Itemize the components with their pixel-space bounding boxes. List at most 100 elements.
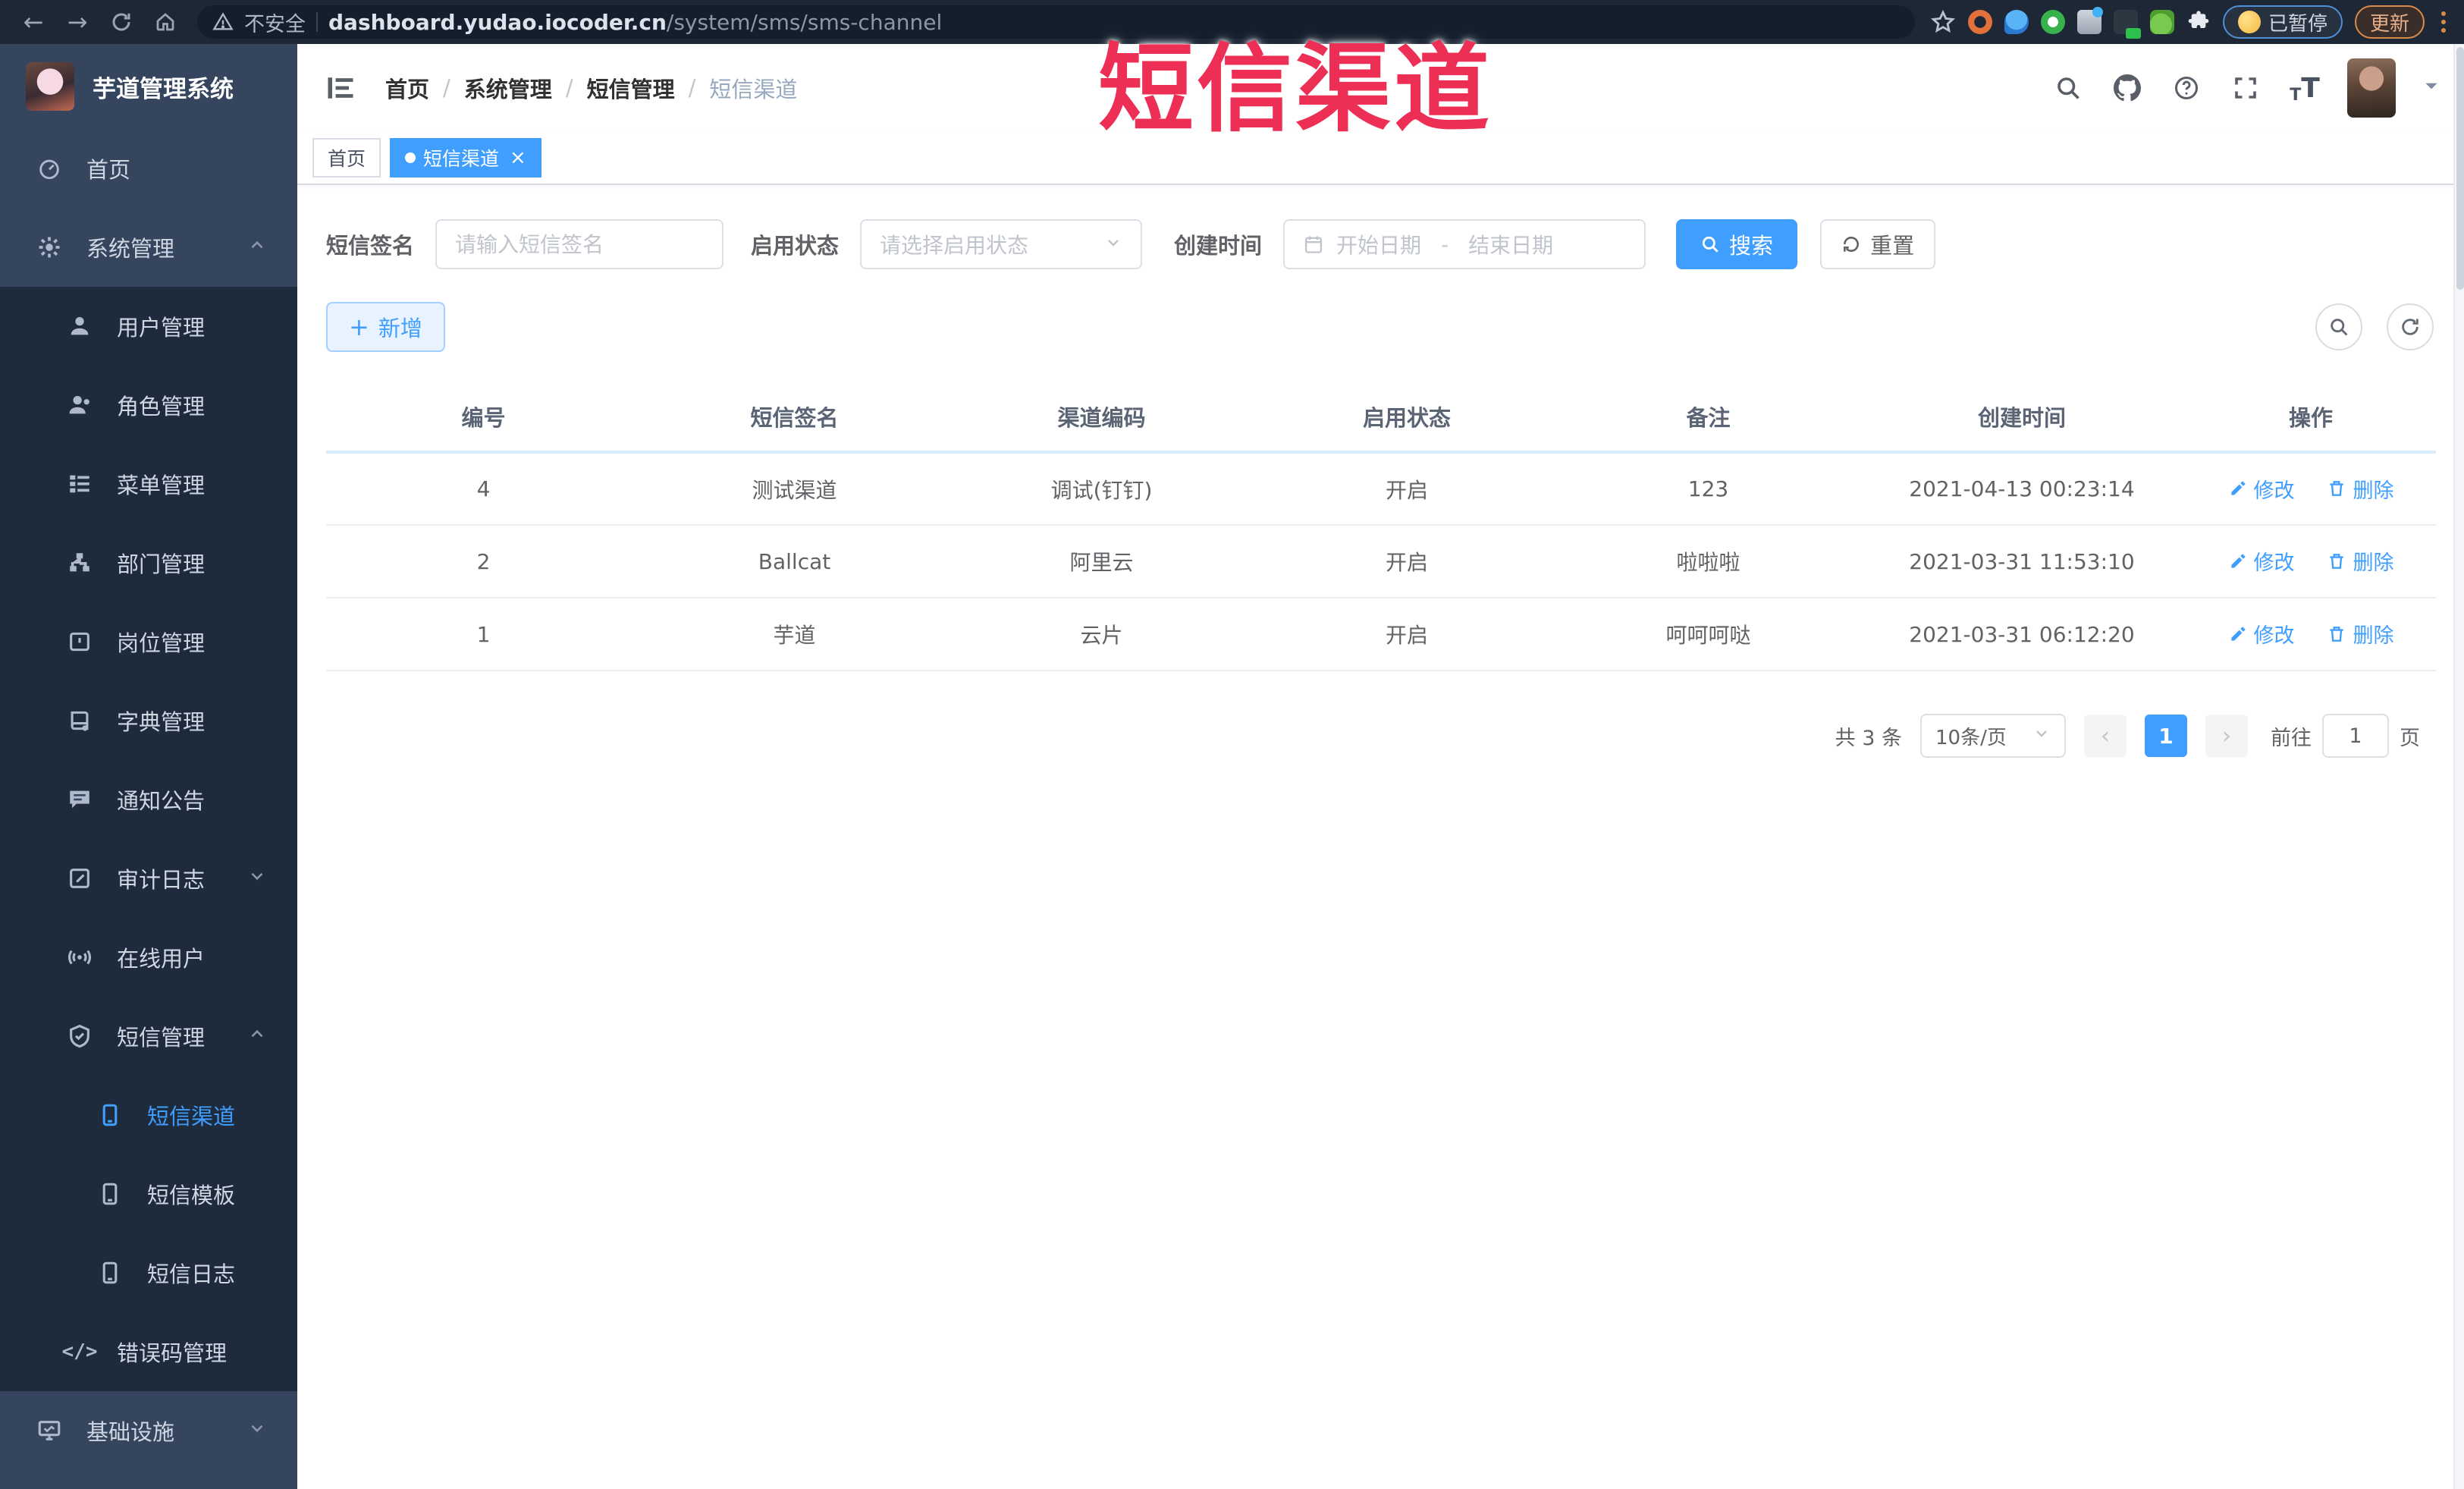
page-content: 短信签名 启用状态 请选择启用状态 创建时间 开始日期 - 结束日期	[297, 185, 2464, 758]
sidebar-item-users[interactable]: 用户管理	[0, 287, 297, 366]
sidebar-item-notice[interactable]: 通知公告	[0, 760, 297, 839]
prev-page-button[interactable]: ‹	[2084, 715, 2127, 757]
sidebar-item-system[interactable]: 系统管理	[0, 208, 297, 287]
add-button[interactable]: + 新增	[326, 302, 445, 352]
breadcrumb-system[interactable]: 系统管理	[464, 72, 552, 104]
range-separator: -	[1441, 231, 1449, 257]
bookmark-star-icon[interactable]	[1930, 9, 1956, 35]
browser-back-button[interactable]: ←	[14, 5, 53, 39]
sidebar-item-audit-log[interactable]: 审计日志	[0, 839, 297, 918]
extensions-puzzle-icon[interactable]	[2186, 10, 2211, 34]
extension-icon-orange[interactable]	[1967, 10, 1992, 34]
sidebar-item-roles[interactable]: 角色管理	[0, 366, 297, 445]
status-select[interactable]: 请选择启用状态	[860, 219, 1143, 269]
extension-icon-green-check[interactable]	[2040, 10, 2065, 34]
next-page-button[interactable]: ›	[2205, 715, 2248, 757]
profile-paused-pill[interactable]: 已暂停	[2222, 5, 2343, 39]
dashboard-icon	[35, 154, 64, 183]
browser-home-button[interactable]	[146, 5, 185, 39]
chevron-up-icon	[247, 234, 267, 260]
reset-button[interactable]: 重置	[1820, 219, 1936, 269]
sidebar-item-sms-log[interactable]: 短信日志	[0, 1233, 297, 1312]
tab-home[interactable]: 首页	[312, 138, 381, 177]
sidebar-item-home[interactable]: 首页	[0, 129, 297, 208]
page-scrollbar[interactable]	[2453, 44, 2464, 1489]
sidebar-item-infrastructure[interactable]: 基础设施	[0, 1391, 297, 1470]
chevron-up-icon	[247, 1023, 267, 1049]
header-search-button[interactable]	[2051, 71, 2085, 105]
app-root: 芋道管理系统 首页 系统管理 用户管理 角色管理 菜单管理 部门管理 岗位管理 …	[0, 44, 2464, 1489]
page-size-select[interactable]: 10条/页	[1920, 714, 2066, 758]
breadcrumb-home[interactable]: 首页	[385, 72, 429, 104]
sidebar-item-sms-template[interactable]: 短信模板	[0, 1154, 297, 1233]
github-icon[interactable]	[2111, 71, 2144, 105]
browser-update-button[interactable]: 更新	[2354, 5, 2425, 39]
sms-channel-table: 编号 短信签名 渠道编码 启用状态 备注 创建时间 操作 4 测试渠道 调试(钉…	[326, 382, 2436, 671]
message-bubble-icon	[65, 785, 94, 814]
extension-icon-dark-on[interactable]	[2113, 10, 2141, 39]
sidebar-logo[interactable]: 芋道管理系统	[0, 44, 297, 129]
edit-link[interactable]: 修改	[2228, 546, 2295, 576]
browser-forward-button[interactable]: →	[58, 5, 97, 39]
signature-input-field[interactable]	[455, 231, 705, 257]
edit-link[interactable]: 修改	[2228, 474, 2295, 504]
delete-link[interactable]: 删除	[2327, 546, 2393, 576]
sidebar-item-depts[interactable]: 部门管理	[0, 523, 297, 602]
home-icon	[156, 13, 174, 31]
sidebar-toggle-button[interactable]	[315, 63, 366, 113]
chevron-down-icon	[1104, 232, 1122, 257]
breadcrumb-sms[interactable]: 短信管理	[587, 72, 675, 104]
help-icon[interactable]	[2170, 71, 2203, 105]
sidebar-item-online-users[interactable]: 在线用户	[0, 918, 297, 997]
extension-icon-gray[interactable]	[2076, 7, 2103, 34]
url-text[interactable]: dashboard.yudao.iocoder.cn/system/sms/sm…	[328, 10, 942, 35]
user-avatar[interactable]	[2347, 58, 2396, 118]
edit-link[interactable]: 修改	[2228, 619, 2295, 649]
calendar-icon	[1304, 236, 1323, 253]
sidebar-item-posts[interactable]: 岗位管理	[0, 602, 297, 681]
end-date-placeholder[interactable]: 结束日期	[1468, 229, 1553, 259]
profile-avatar-emoji	[2237, 11, 2261, 33]
close-tab-icon[interactable]: ×	[507, 148, 526, 168]
search-icon	[1702, 236, 1719, 253]
sidebar-item-error-code[interactable]: </> 错误码管理	[0, 1312, 297, 1391]
col-header-remark: 备注	[1558, 382, 1858, 454]
online-signal-icon	[65, 943, 94, 972]
browser-refresh-button[interactable]	[102, 5, 141, 39]
browser-menu-button[interactable]	[2437, 11, 2450, 33]
extension-area: 已暂停 更新	[1930, 5, 2450, 39]
search-button[interactable]: 搜索	[1676, 219, 1798, 269]
refresh-table-button[interactable]	[2387, 303, 2434, 350]
fullscreen-icon[interactable]	[2229, 71, 2262, 105]
start-date-placeholder[interactable]: 开始日期	[1336, 229, 1421, 259]
extension-icon-sprout[interactable]	[2149, 10, 2174, 34]
tab-sms-channel[interactable]: 短信渠道 ×	[390, 138, 541, 177]
font-size-icon[interactable]: TT	[2288, 71, 2321, 105]
refresh-icon	[2402, 319, 2418, 335]
reset-icon	[1844, 237, 1859, 252]
signature-label: 短信签名	[326, 233, 415, 259]
signature-input[interactable]	[435, 219, 724, 269]
table-row: 4 测试渠道 调试(钉钉) 开启 123 2021-04-13 00:23:14…	[326, 452, 2436, 526]
audit-log-icon	[65, 864, 94, 893]
scrollbar-thumb[interactable]	[2456, 47, 2464, 290]
security-label[interactable]: 不安全	[244, 8, 306, 37]
toggle-search-button[interactable]	[2315, 303, 2362, 350]
filter-form: 短信签名 启用状态 请选择启用状态 创建时间 开始日期 - 结束日期	[326, 218, 2434, 270]
sidebar-item-sms-management[interactable]: 短信管理	[0, 997, 297, 1076]
delete-link[interactable]: 删除	[2327, 474, 2393, 504]
caret-down-icon[interactable]	[2422, 76, 2441, 101]
date-range-picker[interactable]: 开始日期 - 结束日期	[1283, 219, 1646, 269]
delete-link[interactable]: 删除	[2327, 619, 2393, 649]
current-page-button[interactable]: 1	[2145, 715, 2187, 757]
menu-tree-icon	[65, 470, 94, 498]
col-header-created: 创建时间	[1858, 382, 2186, 454]
sidebar-item-menus[interactable]: 菜单管理	[0, 445, 297, 523]
extension-icon-pin[interactable]	[2004, 10, 2029, 34]
sidebar-item-sms-channel[interactable]: 短信渠道	[0, 1076, 297, 1154]
sidebar-item-dict[interactable]: 字典管理	[0, 681, 297, 760]
address-bar[interactable]: 不安全 dashboard.yudao.iocoder.cn/system/sm…	[197, 5, 1915, 39]
page-jump-input[interactable]	[2322, 714, 2389, 758]
page-jumper: 前往 页	[2271, 714, 2420, 758]
table-toolbar: + 新增	[326, 302, 2434, 352]
